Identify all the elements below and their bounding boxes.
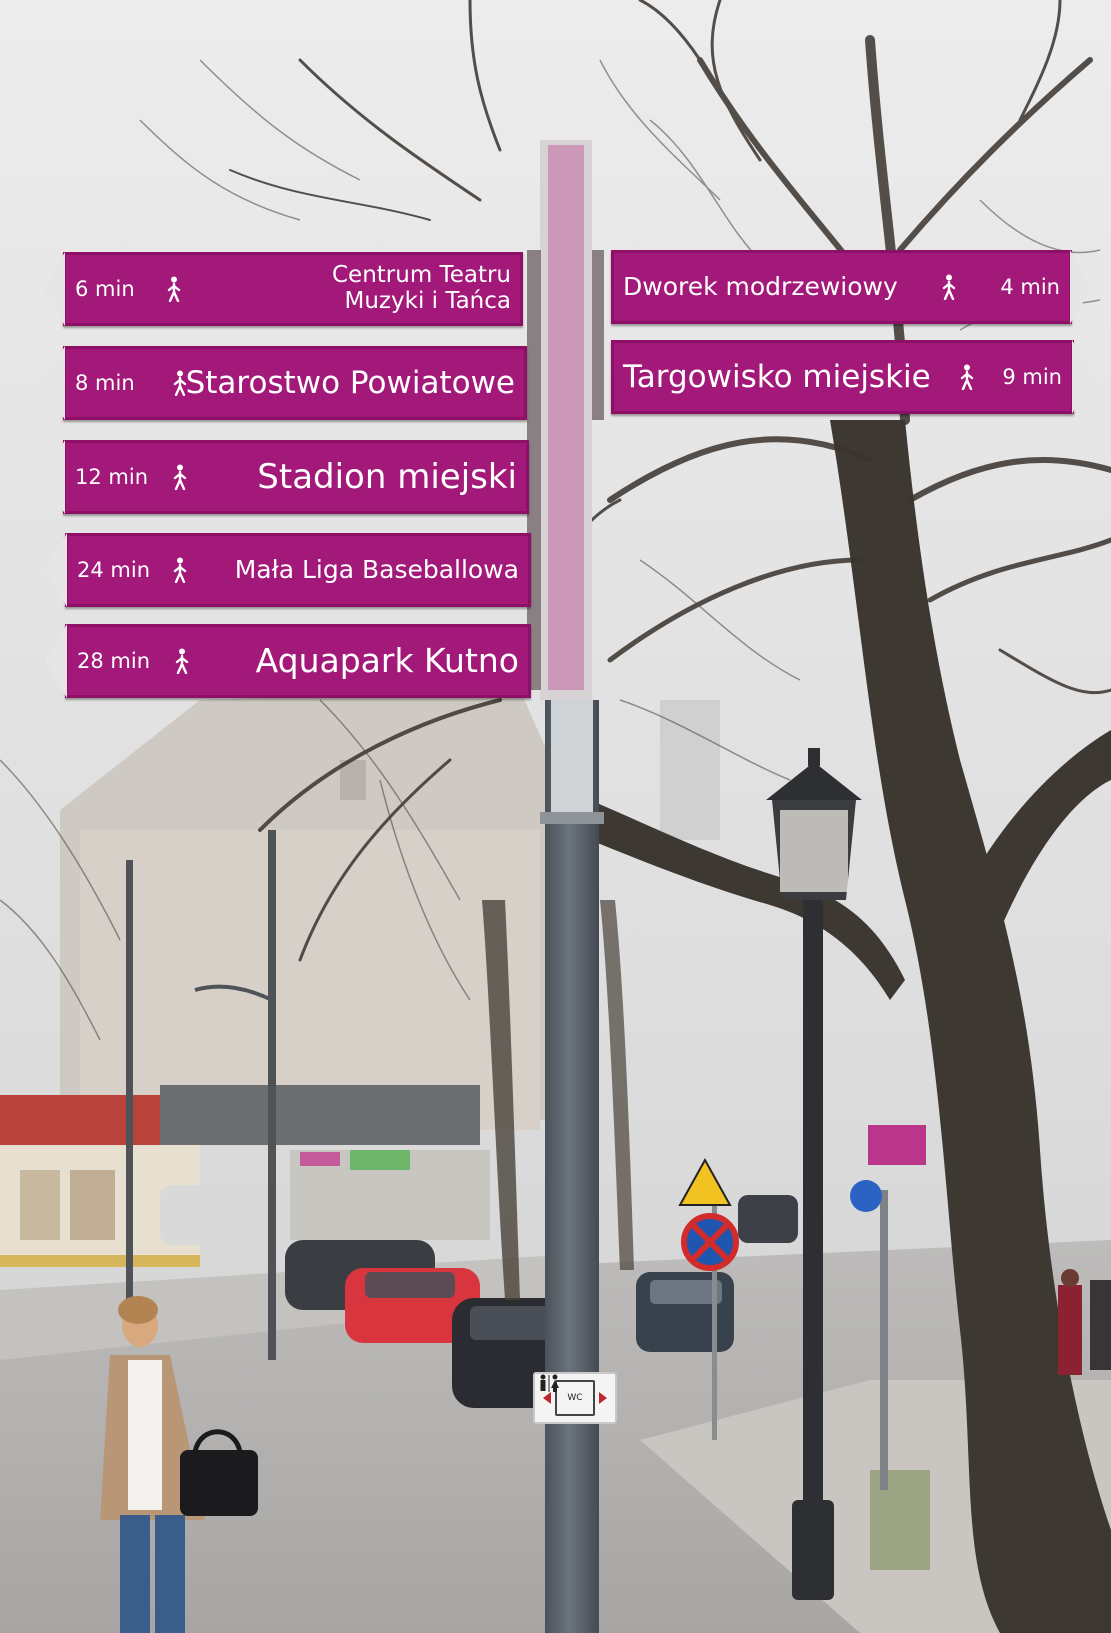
- destination-name: Aquapark Kutno: [255, 641, 519, 680]
- arrow-right-icon: [599, 1392, 607, 1404]
- destination-name: Centrum Teatru Muzyki i Tańca: [332, 262, 511, 315]
- destination-name: Mała Liga Baseballowa: [234, 555, 519, 584]
- destination-name: Targowisko miejskie: [623, 359, 931, 395]
- pedestrian-icon: [167, 276, 181, 302]
- destination-name: Stadion miejski: [257, 457, 517, 497]
- destination-line-1: Centrum Teatru: [332, 262, 511, 288]
- wc-direction-plate: WC: [533, 1372, 617, 1424]
- direction-sign-centrum-teatru: 6 min Centrum Teatru Muzyki i Tańca: [43, 252, 523, 326]
- walking-time: 12 min: [75, 465, 148, 489]
- wc-label: WC: [567, 1393, 583, 1403]
- direction-sign-stadion: 12 min Stadion miejski: [43, 440, 529, 514]
- walking-time: 28 min: [77, 649, 150, 673]
- walking-time: 6 min: [75, 277, 135, 301]
- pedestrian-icon: [960, 364, 974, 390]
- man-woman-icon: [540, 1374, 559, 1392]
- destination-name: Starostwo Powiatowe: [185, 365, 515, 401]
- street-scene: 6 min Centrum Teatru Muzyki i Tańca 8 mi…: [0, 0, 1111, 1633]
- direction-sign-mala-liga: 24 min Mała Liga Baseballowa: [45, 533, 531, 607]
- destination-line-2: Muzyki i Tańca: [344, 287, 511, 314]
- arrow-left-icon: [543, 1392, 551, 1404]
- walking-time: 4 min: [1000, 275, 1060, 299]
- direction-sign-starostwo: 8 min Starostwo Powiatowe: [43, 346, 527, 420]
- walking-time: 24 min: [77, 558, 150, 582]
- direction-sign-targowisko: Targowisko miejskie 9 min: [611, 340, 1094, 414]
- direction-sign-aquapark: 28 min Aquapark Kutno: [45, 624, 531, 698]
- walking-time: 8 min: [75, 371, 135, 395]
- pedestrian-icon: [173, 464, 187, 490]
- walking-time: 9 min: [1002, 365, 1062, 389]
- destination-name: Dworek modrzewiowy: [623, 272, 898, 301]
- direction-sign-dworek: Dworek modrzewiowy 4 min: [611, 250, 1092, 324]
- pedestrian-icon: [942, 274, 956, 300]
- pedestrian-icon: [173, 557, 187, 583]
- toilet-icon: WC: [540, 1374, 595, 1416]
- pedestrian-icon: [175, 648, 189, 674]
